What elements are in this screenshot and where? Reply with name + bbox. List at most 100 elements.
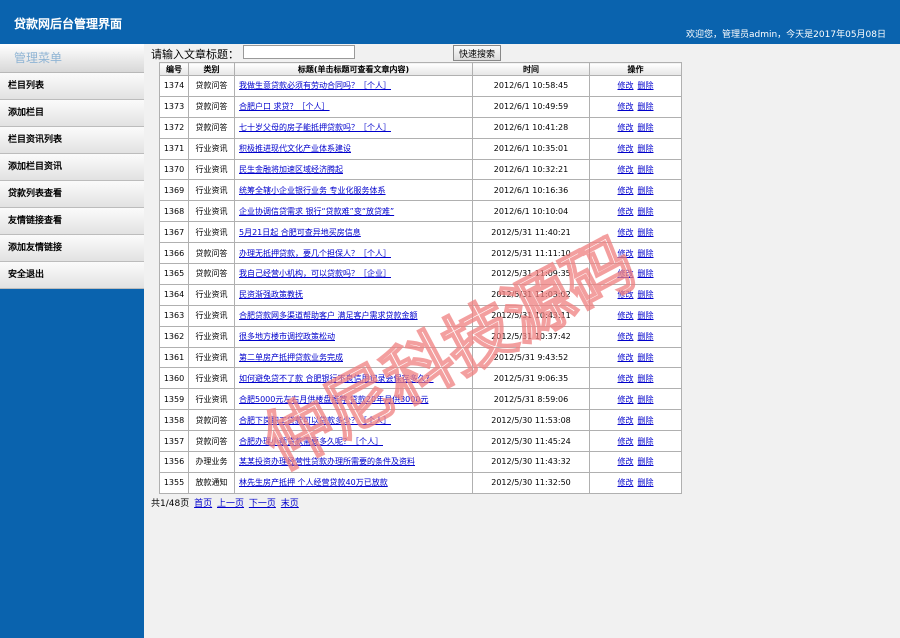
delete-link[interactable]: 删除 <box>638 290 654 299</box>
row-actions: 修改 删除 <box>589 95 682 118</box>
sidebar-item-1[interactable]: 添加栏目 <box>0 100 144 127</box>
row-title-link[interactable]: 合肥5000元左右月供楼盘推荐 贷款20年月供3000元 <box>239 395 428 404</box>
edit-link[interactable]: 修改 <box>618 249 634 258</box>
table-row: 1369 行业资讯 统筹全辖小企业银行业务 专业化服务体系 2012/6/1 10:1… <box>159 179 682 202</box>
row-id: 1373 <box>159 95 189 118</box>
sidebar-item-4[interactable]: 贷款列表查看 <box>0 181 144 208</box>
pagination: 共1/48页 首页 上一页 下一页 末页 <box>151 496 711 509</box>
quick-search-button[interactable]: 快速搜索 <box>453 45 501 61</box>
search-input[interactable] <box>243 45 355 59</box>
edit-link[interactable]: 修改 <box>618 269 634 278</box>
row-title-cell: 我自己经营小机构，可以贷款吗？［企业］ <box>234 263 473 285</box>
table-row: 1357 贷款问答 合肥办理小额贷款需要多久呢？［个人］ 2012/5/30 11:4… <box>159 430 682 453</box>
row-title-link[interactable]: 合肥户口 求贷？［个人］ <box>239 102 330 111</box>
article-table: 编号 类别 标题(单击标题可查看文章内容) 时间 操作 1374 贷款问答 我做生意… <box>159 62 682 494</box>
delete-link[interactable]: 删除 <box>638 228 654 237</box>
delete-link[interactable]: 删除 <box>638 437 654 446</box>
row-time: 2012/5/30 11:43:32 <box>472 451 590 473</box>
sidebar-item-7[interactable]: 安全退出 <box>0 262 144 289</box>
row-title-link[interactable]: 企业协调信贷需求 银行“贷款难”变“放贷难” <box>239 207 394 216</box>
row-time: 2012/5/31 9:43:52 <box>472 346 590 369</box>
row-title-link[interactable]: 很多地方楼市调控政策松动 <box>239 332 335 341</box>
row-title-link[interactable]: 林先生房产抵押 个人经营贷款40万已放款 <box>239 478 388 487</box>
sidebar-item-3[interactable]: 添加栏目资讯 <box>0 154 144 181</box>
last-page-link[interactable]: 末页 <box>281 499 299 509</box>
row-title-link[interactable]: 如何避免贷不了款 合肥银行不良信用记录会保存多久？ <box>239 374 434 383</box>
edit-link[interactable]: 修改 <box>618 144 634 153</box>
edit-link[interactable]: 修改 <box>618 81 634 90</box>
delete-link[interactable]: 删除 <box>638 395 654 404</box>
row-category: 行业资讯 <box>188 283 235 306</box>
sidebar-item-2[interactable]: 栏目资讯列表 <box>0 127 144 154</box>
row-title-link[interactable]: 积极推进现代文化产业体系建设 <box>239 144 351 153</box>
table-row: 1356 办理业务 某某投资办理经营性贷款办理所需要的条件及资料 2012/5/30 … <box>159 451 682 473</box>
row-actions: 修改 删除 <box>589 75 682 97</box>
edit-link[interactable]: 修改 <box>618 123 634 132</box>
edit-link[interactable]: 修改 <box>618 311 634 320</box>
delete-link[interactable]: 删除 <box>638 165 654 174</box>
row-title-link[interactable]: 我做生意贷款必须有劳动合同吗？［个人］ <box>239 81 391 90</box>
delete-link[interactable]: 删除 <box>638 144 654 153</box>
delete-link[interactable]: 删除 <box>638 102 654 111</box>
table-row: 1372 贷款问答 七十岁父母的房子能抵押贷款吗？［个人］ 2012/6/1 10:4… <box>159 116 682 139</box>
row-category: 行业资讯 <box>188 304 235 327</box>
delete-link[interactable]: 删除 <box>638 311 654 320</box>
row-id: 1363 <box>159 304 189 327</box>
edit-link[interactable]: 修改 <box>618 457 634 466</box>
row-title-link[interactable]: 某某投资办理经营性贷款办理所需要的条件及资料 <box>239 457 415 466</box>
delete-link[interactable]: 删除 <box>638 269 654 278</box>
delete-link[interactable]: 删除 <box>638 186 654 195</box>
delete-link[interactable]: 删除 <box>638 353 654 362</box>
delete-link[interactable]: 删除 <box>638 332 654 341</box>
row-actions: 修改 删除 <box>589 304 682 327</box>
edit-link[interactable]: 修改 <box>618 102 634 111</box>
table-row: 1355 放款通知 林先生房产抵押 个人经营贷款40万已放款 2012/5/30 11… <box>159 471 682 494</box>
sidebar-item-5[interactable]: 友情链接查看 <box>0 208 144 235</box>
edit-link[interactable]: 修改 <box>618 374 634 383</box>
row-title-link[interactable]: 民生金融将加速区域经济腾起 <box>239 165 343 174</box>
edit-link[interactable]: 修改 <box>618 332 634 341</box>
row-title-link[interactable]: 合肥贷款网多渠道帮助客户 满足客户需求贷款金额 <box>239 311 418 320</box>
row-title-link[interactable]: 第二单房产抵押贷款业务完成 <box>239 353 343 362</box>
edit-link[interactable]: 修改 <box>618 416 634 425</box>
next-page-link[interactable]: 下一页 <box>249 499 276 509</box>
delete-link[interactable]: 删除 <box>638 457 654 466</box>
row-title-link[interactable]: 统筹全辖小企业银行业务 专业化服务体系 <box>239 186 386 195</box>
delete-link[interactable]: 删除 <box>638 374 654 383</box>
row-category: 贷款问答 <box>188 116 235 139</box>
edit-link[interactable]: 修改 <box>618 207 634 216</box>
delete-link[interactable]: 删除 <box>638 123 654 132</box>
sidebar-item-0[interactable]: 栏目列表 <box>0 73 144 100</box>
edit-link[interactable]: 修改 <box>618 478 634 487</box>
row-title-link[interactable]: 民资渐强政策教抚 <box>239 290 303 299</box>
row-title-link[interactable]: 办理无抵押贷款，要几个担保人？［个人］ <box>239 249 391 258</box>
edit-link[interactable]: 修改 <box>618 395 634 404</box>
col-header-title: 标题(单击标题可查看文章内容) <box>234 62 473 76</box>
delete-link[interactable]: 删除 <box>638 478 654 487</box>
row-time: 2012/6/1 10:16:36 <box>472 179 590 202</box>
row-title-link[interactable]: 合肥下岗职工贷款可以贷款多少？［个人］ <box>239 416 391 425</box>
delete-link[interactable]: 删除 <box>638 249 654 258</box>
row-actions: 修改 删除 <box>589 242 682 265</box>
delete-link[interactable]: 删除 <box>638 81 654 90</box>
edit-link[interactable]: 修改 <box>618 353 634 362</box>
prev-page-link[interactable]: 上一页 <box>217 499 244 509</box>
edit-link[interactable]: 修改 <box>618 290 634 299</box>
row-time: 2012/5/31 10:37:42 <box>472 325 590 348</box>
sidebar-item-6[interactable]: 添加友情链接 <box>0 235 144 262</box>
row-title-link[interactable]: 5月21日起 合肥可查异地买房信息 <box>239 228 361 237</box>
row-category: 行业资讯 <box>188 346 235 369</box>
row-category: 放款通知 <box>188 471 235 494</box>
delete-link[interactable]: 删除 <box>638 416 654 425</box>
row-title-cell: 民生金融将加速区域经济腾起 <box>234 158 473 181</box>
edit-link[interactable]: 修改 <box>618 228 634 237</box>
edit-link[interactable]: 修改 <box>618 186 634 195</box>
first-page-link[interactable]: 首页 <box>194 499 212 509</box>
row-title-link[interactable]: 我自己经营小机构，可以贷款吗？［企业］ <box>239 269 391 278</box>
edit-link[interactable]: 修改 <box>618 165 634 174</box>
row-title-link[interactable]: 七十岁父母的房子能抵押贷款吗？［个人］ <box>239 123 391 132</box>
row-time: 2012/6/1 10:32:21 <box>472 158 590 181</box>
delete-link[interactable]: 删除 <box>638 207 654 216</box>
row-title-link[interactable]: 合肥办理小额贷款需要多久呢？［个人］ <box>239 437 383 446</box>
edit-link[interactable]: 修改 <box>618 437 634 446</box>
